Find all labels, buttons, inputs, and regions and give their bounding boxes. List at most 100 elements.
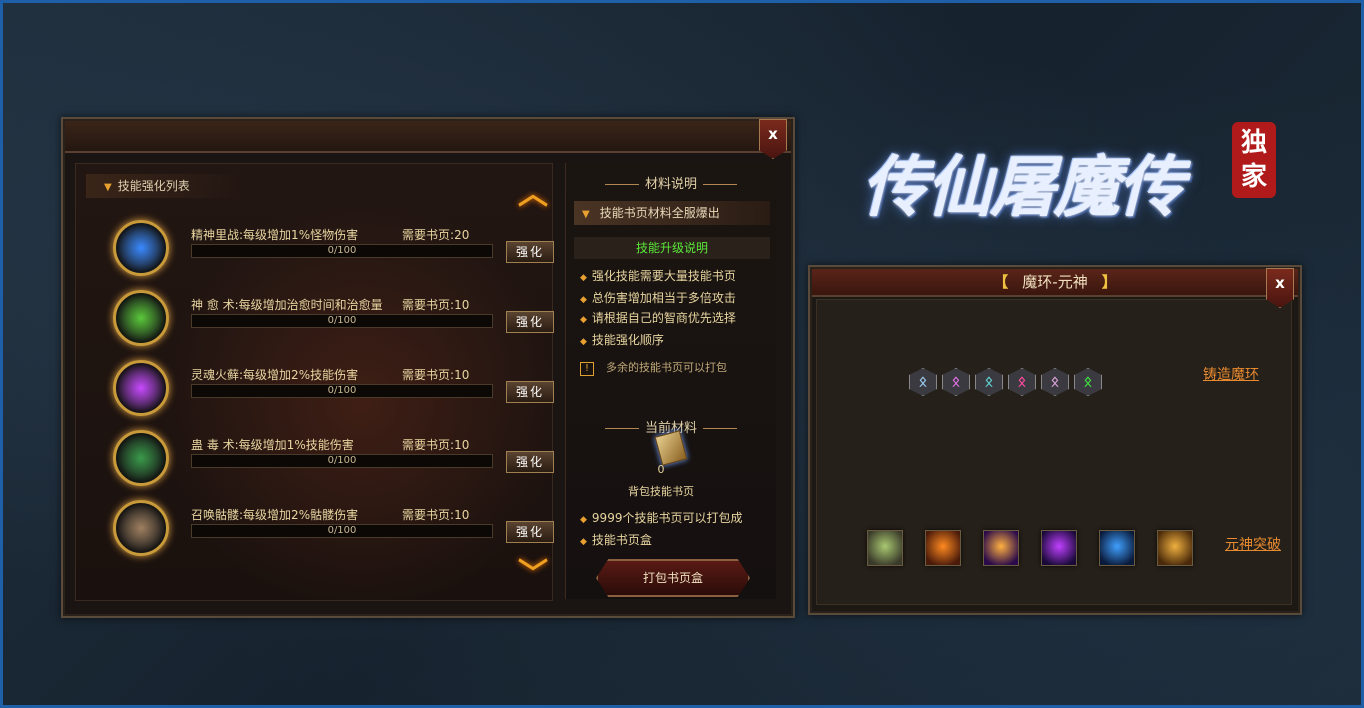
requirement-label: 需要书页: [402, 438, 451, 452]
skill-description: 神 愈 术:每级增加治愈时间和治愈量: [191, 296, 383, 313]
seal-char-2: 家: [1240, 162, 1267, 192]
soul-figure-icon[interactable]: [1041, 530, 1077, 566]
soul-figure-icon[interactable]: [925, 530, 961, 566]
skill-name: 蛊 毒 术: [191, 438, 235, 452]
rune-icon[interactable]: ᛟ: [975, 368, 1003, 396]
skill-book-count: 0: [657, 463, 665, 476]
soul-ring-panel: 【魔环-元神】 ᛟ ᛟ ᛟ ᛟ ᛟ ᛟ 铸造魔环 元神突破: [808, 265, 1302, 615]
pack-book-box-button[interactable]: 打包书页盒: [596, 559, 750, 597]
enhance-button[interactable]: 强化: [506, 311, 554, 333]
skill-row: 灵魂火藓:每级增加2%技能伤害 需要书页:10 0/100 强化: [76, 356, 554, 426]
skill-effect: :每级增加2%技能伤害: [239, 368, 359, 382]
skill-name: 神 愈 术: [191, 298, 235, 312]
rune-icon[interactable]: ᛟ: [1008, 368, 1036, 396]
requirement-label: 需要书页: [402, 228, 451, 242]
expand-triangle-icon: ▼: [104, 182, 112, 193]
skill-row: 召唤骷髅:每级增加2%骷髅伤害 需要书页:10 0/100 强化: [76, 496, 554, 566]
skill-list-header-label: 技能强化列表: [117, 179, 190, 193]
diamond-bullet-icon: ◆: [580, 295, 587, 305]
skill-icon-poison: [113, 430, 169, 486]
enhance-button[interactable]: 强化: [506, 381, 554, 403]
info-bullet: ◆ 技能强化顺序: [580, 333, 664, 347]
materials-source-banner[interactable]: ▼ 技能书页材料全服爆出: [574, 201, 770, 225]
rune-icon[interactable]: ᛟ: [909, 368, 937, 396]
skill-icon-spirit: [113, 220, 169, 276]
skill-description: 灵魂火藓:每级增加2%技能伤害: [191, 366, 358, 383]
skill-row: 神 愈 术:每级增加治愈时间和治愈量 需要书页:10 0/100 强化: [76, 286, 554, 356]
skill-description: 精神里战:每级增加1%怪物伤害: [191, 226, 358, 243]
exclusive-seal: 独 家: [1232, 122, 1276, 198]
pack-info-bullet: ◆ 技能书页盒: [580, 533, 652, 547]
soul-figure-icon[interactable]: [983, 530, 1019, 566]
panel-title-bar[interactable]: [65, 121, 791, 153]
skill-list-header[interactable]: ▼ 技能强化列表: [86, 174, 246, 198]
skill-effect: :每级增加1%技能伤害: [234, 438, 354, 452]
title-bracket-open: 【: [993, 273, 1009, 291]
info-bullet: ◆ 强化技能需要大量技能书页: [580, 269, 736, 283]
requirement-value: 10: [454, 438, 470, 452]
rune-icon[interactable]: ᛟ: [942, 368, 970, 396]
skill-icon-skeleton: [113, 500, 169, 556]
skill-list: ▼ 技能强化列表 ︿ ﹀ 精神里战:每级增加1%怪物伤害 需要书页:20 0/10…: [75, 163, 554, 601]
enhance-button[interactable]: 强化: [506, 521, 554, 543]
soul-figure-icon[interactable]: [1099, 530, 1135, 566]
seal-char-1: 独: [1240, 128, 1267, 158]
materials-panel: 材料说明 ▼ 技能书页材料全服爆出 技能升级说明 ◆ 强化技能需要大量技能书页 ◆ 总…: [565, 163, 776, 599]
pack-info-bullet: ◆ 9999个技能书页可以打包成: [580, 511, 743, 525]
pack-notice-text: 多余的技能书页可以打包: [606, 361, 727, 374]
rune-icon[interactable]: ᛟ: [1041, 368, 1069, 396]
skill-requirement: 需要书页:10: [402, 508, 470, 522]
rune-icon[interactable]: ᛟ: [1074, 368, 1102, 396]
skill-name: 精神里战: [191, 228, 240, 242]
pack-notice: ! 多余的技能书页可以打包: [580, 357, 766, 379]
diamond-bullet-icon: ◆: [580, 537, 587, 547]
skill-requirement: 需要书页:10: [402, 438, 470, 452]
skill-icon-heal: [113, 290, 169, 346]
requirement-label: 需要书页: [402, 508, 451, 522]
skill-progress-bar: 0/100: [191, 244, 493, 258]
skill-description: 召唤骷髅:每级增加2%骷髅伤害: [191, 506, 358, 523]
info-bullet: ◆ 总伤害增加相当于多倍攻击: [580, 291, 736, 305]
skill-requirement: 需要书页:10: [402, 368, 470, 382]
skill-icon-soul-fire: [113, 360, 169, 416]
soul-ring-content: ᛟ ᛟ ᛟ ᛟ ᛟ ᛟ 铸造魔环 元神突破: [816, 299, 1292, 605]
materials-source-label: 技能书页材料全服爆出: [599, 206, 720, 220]
skill-row: 精神里战:每级增加1%怪物伤害 需要书页:20 0/100 强化: [76, 216, 554, 286]
diamond-bullet-icon: ◆: [580, 515, 587, 525]
logo-text: 传仙屠魔传: [862, 148, 1184, 226]
skill-row: 蛊 毒 术:每级增加1%技能伤害 需要书页:10 0/100 强化: [76, 426, 554, 496]
skill-requirement: 需要书页:20: [402, 228, 470, 242]
soul-orb-icon[interactable]: [867, 530, 903, 566]
requirement-value: 20: [454, 228, 470, 242]
exclamation-icon: !: [580, 362, 594, 376]
enhance-button[interactable]: 强化: [506, 451, 554, 473]
diamond-bullet-icon: ◆: [580, 273, 587, 283]
requirement-label: 需要书页: [402, 368, 451, 382]
skill-effect: :每级增加治愈时间和治愈量: [234, 298, 383, 312]
soul-breakthrough-link[interactable]: 元神突破: [1225, 534, 1281, 554]
skill-effect: :每级增加2%骷髅伤害: [239, 508, 359, 522]
skill-description: 蛊 毒 术:每级增加1%技能伤害: [191, 436, 354, 453]
materials-title: 材料说明: [566, 173, 776, 192]
panel-title: 魔环-元神: [1022, 273, 1088, 291]
skill-name: 灵魂火藓: [191, 368, 240, 382]
skill-enhance-panel: ▼ 技能强化列表 ︿ ﹀ 精神里战:每级增加1%怪物伤害 需要书页:20 0/10…: [61, 117, 795, 618]
skill-book-label: 背包技能书页: [628, 485, 694, 498]
requirement-label: 需要书页: [402, 298, 451, 312]
upgrade-info-label: 技能升级说明: [574, 237, 770, 259]
soul-figure-icon[interactable]: [1157, 530, 1193, 566]
forge-ring-link[interactable]: 铸造魔环: [1203, 364, 1259, 384]
skill-requirement: 需要书页:10: [402, 298, 470, 312]
skill-progress-bar: 0/100: [191, 524, 493, 538]
game-logo: 传仙屠魔传: [862, 128, 1232, 228]
skill-name: 召唤骷髅: [191, 508, 240, 522]
diamond-bullet-icon: ◆: [580, 315, 587, 325]
expand-triangle-icon: ▼: [582, 209, 590, 220]
skill-effect: :每级增加1%怪物伤害: [239, 228, 359, 242]
scroll-up-arrow-icon[interactable]: ︿: [514, 180, 552, 210]
requirement-value: 10: [454, 298, 470, 312]
title-bracket-close: 】: [1101, 273, 1117, 291]
panel-title-bar[interactable]: 【魔环-元神】: [812, 269, 1298, 297]
requirement-value: 10: [454, 368, 470, 382]
enhance-button[interactable]: 强化: [506, 241, 554, 263]
